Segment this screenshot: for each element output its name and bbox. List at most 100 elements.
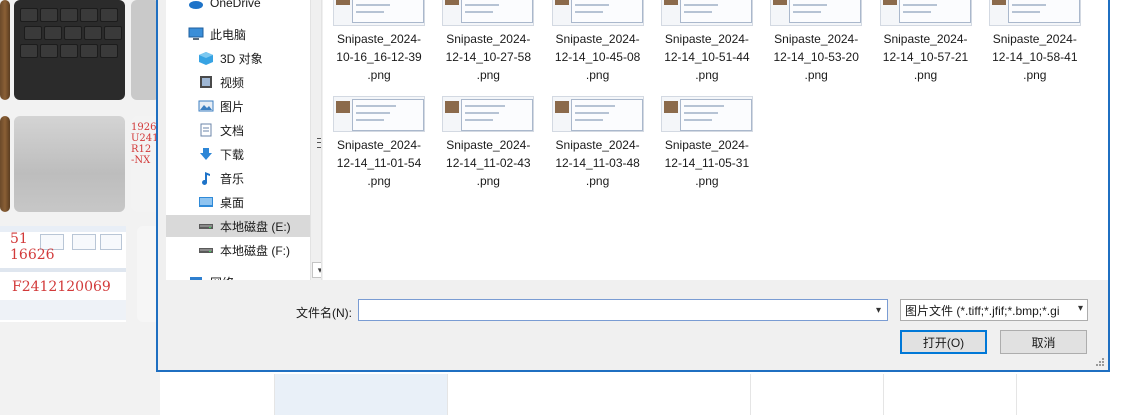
nav-item-pictures[interactable]: 图片	[198, 95, 321, 117]
file-name-line: .png	[367, 174, 391, 188]
file-name-line: .png	[585, 68, 610, 82]
file-thumbnail	[879, 0, 972, 26]
file-name-line: .png	[695, 174, 719, 188]
nav-label: 视频	[220, 75, 245, 90]
nav-item-3d-objects[interactable]: 3D 对象	[198, 47, 321, 69]
file-type-filter-value: 图片文件 (*.tiff;*.jfif;*.bmp;*.gi	[905, 303, 1060, 318]
file-item[interactable]: Snipaste_2024- 12-14_10-57-21 .png	[874, 0, 978, 84]
background-image-gallery: 1926 U241 R12 -NX 51 16626 F2412120069	[0, 0, 160, 415]
keyboard-thumbnail[interactable]	[14, 0, 125, 100]
nav-label: 此电脑	[210, 27, 247, 42]
filename-input[interactable]	[358, 299, 888, 321]
nav-label: 音乐	[220, 171, 245, 186]
screenshot-thumbnail[interactable]: 51 16626 F2412120069	[0, 226, 126, 322]
file-name-line: .png	[804, 68, 828, 82]
file-name-line: Snipaste_2024-	[992, 32, 1077, 46]
file-name-line: 12-14_11-03-48	[555, 156, 640, 170]
nav-label: 本地磁盘 (E:)	[220, 219, 291, 234]
nav-item-downloads[interactable]: 下载	[198, 143, 321, 165]
open-button[interactable]: 打开(O)	[900, 330, 987, 354]
filename-label: 文件名(N):	[296, 306, 352, 320]
file-item[interactable]: Snipaste_2024- 12-14_11-02-43 .png	[436, 96, 540, 190]
file-name: Snipaste_2024- 12-14_11-05-31 .png	[655, 136, 759, 190]
file-thumbnail	[442, 0, 535, 26]
3d-objects-icon	[198, 51, 214, 65]
file-item[interactable]: Snipaste_2024- 12-14_10-58-41 .png	[983, 0, 1087, 84]
nav-label: 3D 对象	[220, 51, 263, 66]
file-name-line: Snipaste_2024-	[664, 32, 749, 46]
nav-item-documents[interactable]: 文档	[198, 119, 321, 141]
wood-thumbnail[interactable]	[0, 116, 10, 212]
file-list[interactable]: Snipaste_2024- 10-16_16-12-39 .png Snipaste…	[323, 0, 1108, 280]
file-name-line: 12-14_10-53-20	[773, 50, 859, 64]
file-name-line: 12-14_11-05-31	[664, 156, 750, 170]
drive-icon	[198, 219, 214, 233]
file-name-line: Snipaste_2024-	[774, 32, 859, 46]
wood-thumbnail[interactable]	[0, 0, 10, 100]
file-name: Snipaste_2024- 12-14_10-53-20 .png	[764, 30, 868, 84]
nav-item-drive-f[interactable]: 本地磁盘 (F:)	[198, 239, 321, 261]
file-item[interactable]: Snipaste_2024- 10-16_16-12-39 .png	[327, 0, 431, 84]
file-thumbnail	[660, 0, 753, 26]
scroll-down-button[interactable]: ▾	[312, 262, 321, 278]
red-text-line: 51	[10, 231, 28, 247]
navigation-pane[interactable]: OneDrive 此电脑 3D 对象 视频 图片 文档 下载 音乐 桌面 本地磁…	[166, 0, 322, 280]
file-name-line: 12-14_10-27-58	[445, 50, 531, 64]
gray-thumbnail[interactable]	[14, 116, 125, 212]
nav-item-desktop[interactable]: 桌面	[198, 191, 321, 213]
file-name-line: Snipaste_2024-	[446, 32, 531, 46]
file-thumbnail	[333, 96, 425, 132]
nav-label: 图片	[220, 99, 245, 114]
file-name-line: 12-14_10-45-08	[554, 50, 641, 64]
nav-item-onedrive[interactable]: OneDrive	[188, 0, 321, 14]
documents-icon	[198, 123, 214, 137]
file-item[interactable]: Snipaste_2024- 12-14_10-27-58 .png	[436, 0, 540, 84]
scroll-grip-icon[interactable]	[317, 138, 321, 148]
file-name-line: Snipaste_2024-	[446, 138, 531, 152]
filename-dropdown-icon[interactable]: ▾	[870, 300, 887, 320]
file-name-line: 12-14_10-51-44	[664, 50, 750, 64]
nav-item-network[interactable]: 网络	[188, 271, 321, 280]
file-name-line: .png	[585, 174, 610, 188]
file-name-line: .png	[367, 68, 391, 82]
file-name-line: Snipaste_2024-	[664, 138, 749, 152]
nav-item-music[interactable]: 音乐	[198, 167, 321, 189]
file-type-filter[interactable]: 图片文件 (*.tiff;*.jfif;*.bmp;*.gi ▾	[900, 299, 1088, 321]
file-name: Snipaste_2024- 12-14_10-45-08 .png	[546, 30, 650, 84]
chevron-down-icon: ▾	[1077, 303, 1083, 314]
nav-item-videos[interactable]: 视频	[198, 71, 321, 93]
resize-grip-icon[interactable]	[1094, 356, 1104, 366]
nav-item-this-pc[interactable]: 此电脑	[188, 23, 321, 45]
nav-scrollbar[interactable]: ▾	[310, 0, 321, 280]
column-divider	[447, 374, 448, 415]
nav-item-drive-e[interactable]: 本地磁盘 (E:)	[166, 215, 321, 237]
file-item[interactable]: Snipaste_2024- 12-14_11-03-48 .png	[546, 96, 650, 190]
column-divider	[274, 374, 275, 415]
nav-label: 桌面	[220, 195, 245, 210]
file-name: Snipaste_2024- 12-14_11-01-54 .png	[327, 136, 431, 190]
file-name: Snipaste_2024- 12-14_10-58-41 .png	[983, 30, 1087, 84]
file-item[interactable]: Snipaste_2024- 12-14_11-01-54 .png	[327, 96, 431, 190]
file-name: Snipaste_2024- 12-14_10-57-21 .png	[874, 30, 978, 84]
file-thumbnail	[551, 96, 644, 132]
cancel-button[interactable]: 取消	[1000, 330, 1087, 354]
file-name-line: .png	[1023, 68, 1047, 82]
file-thumbnail	[442, 96, 535, 132]
file-name-line: 10-16_16-12-39	[336, 50, 422, 64]
nav-label: OneDrive	[210, 0, 261, 10]
file-name-line: Snipaste_2024-	[336, 32, 422, 46]
network-icon	[188, 275, 204, 280]
file-item[interactable]: Snipaste_2024- 12-14_11-05-31 .png	[655, 96, 759, 190]
file-name: Snipaste_2024- 10-16_16-12-39 .png	[327, 30, 431, 84]
file-item[interactable]: Snipaste_2024- 12-14_10-51-44 .png	[655, 0, 759, 84]
file-name-line: 12-14_11-02-43	[446, 156, 531, 170]
open-file-dialog: OneDrive 此电脑 3D 对象 视频 图片 文档 下载 音乐 桌面 本地磁…	[156, 0, 1110, 372]
onedrive-cloud-icon	[188, 0, 204, 10]
file-name-line: 12-14_10-58-41	[992, 50, 1078, 64]
file-name: Snipaste_2024- 12-14_11-03-48 .png	[546, 136, 650, 190]
file-thumbnail	[551, 0, 644, 26]
file-thumbnail	[660, 96, 753, 132]
file-item[interactable]: Snipaste_2024- 12-14_10-45-08 .png	[546, 0, 650, 84]
file-thumbnail	[333, 0, 425, 26]
file-item[interactable]: Snipaste_2024- 12-14_10-53-20 .png	[764, 0, 868, 84]
